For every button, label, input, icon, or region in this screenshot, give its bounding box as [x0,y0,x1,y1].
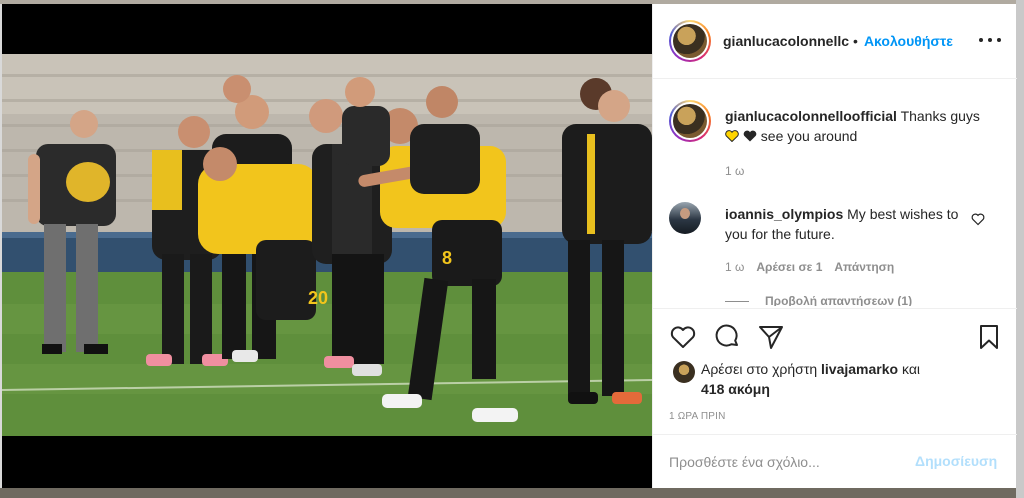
yellow-heart-icon [725,130,739,142]
post-media[interactable]: 20 8 [2,4,652,488]
header-separator: • [853,33,858,49]
svg-text:8: 8 [442,248,452,268]
likes-others-button[interactable]: 418 ακόμη [701,381,770,397]
comment-meta: 1 ω Αρέσει σε 1 Απάντηση [725,260,894,274]
view-replies-button[interactable]: Προβολή απαντήσεων (1) [725,294,912,306]
comment-icon[interactable] [713,323,741,351]
commenter-avatar[interactable] [669,202,701,234]
comment-timestamp[interactable]: 1 ω [725,260,744,274]
view-replies-line [725,300,749,302]
team-celebration-photo: 20 8 [2,54,652,436]
publish-button[interactable]: Δημοσίευση [915,453,997,469]
author-username-link[interactable]: gianlucacolonnellc [723,33,849,49]
caption-username-link[interactable]: gianlucacolonnelloofficial [725,108,897,124]
comments-list[interactable]: gianlucacolonnelloofficial Thanks guys s… [653,80,1017,306]
post-photo: 20 8 [2,54,652,436]
comment-likes-count[interactable]: Αρέσει σε 1 [756,260,822,274]
send-icon[interactable] [757,323,785,351]
comment-text: ioannis_olympios My best wishes to you f… [725,206,959,242]
post-header: gianlucacolonnellc • Ακολουθήστε [653,4,1017,79]
backdrop-strip-bottom [0,488,1024,498]
more-options-icon[interactable] [979,32,1001,48]
backdrop-strip-right [1016,0,1024,498]
caption-text: gianlucacolonnelloofficial Thanks guys s… [725,108,980,144]
heart-icon[interactable] [669,323,697,351]
commenter-username-link[interactable]: ioannis_olympios [725,206,843,222]
liker-avatar[interactable] [673,361,695,383]
liker-username-link[interactable]: livajamarko [821,361,898,377]
reply-button[interactable]: Απάντηση [834,260,894,274]
post-timestamp[interactable]: 1 ΩΡΑ ΠΡΙΝ [669,411,726,422]
caption-timestamp[interactable]: 1 ω [725,164,744,178]
svg-text:20: 20 [308,288,328,308]
comment-input[interactable] [669,451,909,473]
author-avatar[interactable] [669,20,711,62]
bookmark-icon[interactable] [975,323,1003,351]
follow-button[interactable]: Ακολουθήστε [864,33,953,49]
caption-avatar[interactable] [669,100,711,142]
black-heart-icon [743,130,757,142]
add-comment-bar: Δημοσίευση [653,434,1017,488]
post-side-panel: gianlucacolonnellc • Ακολουθήστε gianluc… [652,4,1017,488]
comment-like-heart-icon[interactable] [971,212,985,226]
